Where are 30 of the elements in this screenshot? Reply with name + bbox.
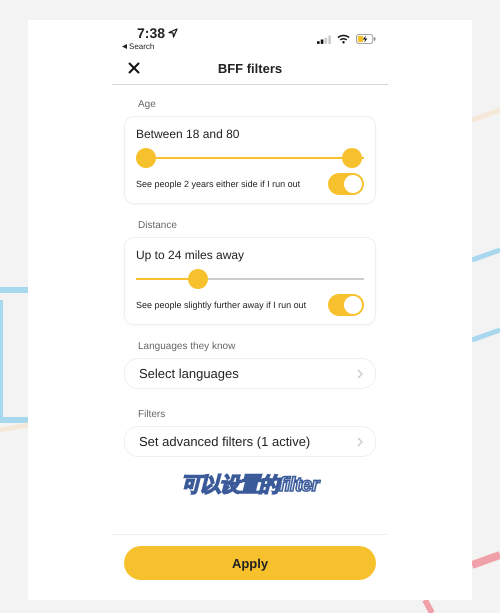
apply-button[interactable]: Apply [124, 546, 376, 580]
toggle-switch[interactable] [328, 173, 364, 195]
slider-track[interactable] [136, 147, 364, 169]
toggle-switch[interactable] [328, 294, 364, 316]
back-triangle-icon [122, 44, 127, 50]
navigation-row[interactable]: Select languages [124, 358, 376, 389]
slider-thumb[interactable] [188, 269, 208, 289]
toggle-label: See people slightly further away if I run out [136, 299, 306, 312]
slider-thumb[interactable] [136, 148, 156, 168]
caption-text: 可以设置的filter [181, 473, 319, 498]
value-text: Between 18 and 80 [136, 127, 240, 141]
chevron-right-icon [357, 368, 363, 378]
back-link[interactable]: Search [129, 42, 154, 52]
section-label: Age [138, 99, 156, 110]
signal-icon [317, 34, 331, 44]
section-label: Filters [138, 409, 166, 420]
location-arrow-icon [168, 28, 178, 38]
navigation-row[interactable]: Set advanced filters (1 active) [124, 426, 376, 457]
status-time: 7:38 [137, 26, 166, 40]
battery-charging-icon [356, 34, 376, 44]
toggle-label: See people 2 years either side if I run out [136, 178, 300, 191]
slider-track[interactable] [136, 268, 364, 290]
section-label: Languages they know [138, 341, 236, 352]
chevron-right-icon [357, 436, 363, 446]
section-label: Distance [138, 220, 177, 231]
screen-title: BFF filters [218, 60, 282, 76]
value-text: Up to 24 miles away [136, 248, 244, 262]
slider-thumb[interactable] [342, 148, 362, 168]
close-icon[interactable] [128, 62, 140, 74]
wifi-icon [337, 34, 350, 44]
